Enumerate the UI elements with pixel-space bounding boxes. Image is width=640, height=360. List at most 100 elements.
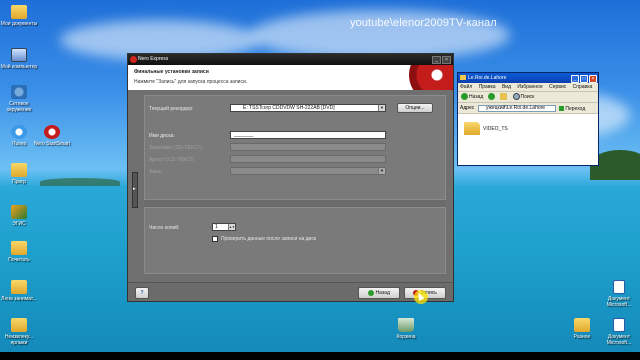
maximize-icon[interactable]: □ xyxy=(580,75,588,83)
desktop-icon-recycle-bin[interactable]: Корзина xyxy=(387,318,425,340)
folder-icon xyxy=(11,163,27,177)
desktop-icon-label: Корзина xyxy=(396,334,416,340)
back-arrow-icon xyxy=(368,289,375,296)
verify-checkbox[interactable] xyxy=(212,236,218,242)
itunes-icon xyxy=(11,125,27,139)
help-button[interactable]: ? xyxy=(135,287,149,299)
folder-icon xyxy=(11,241,27,255)
chevron-down-icon: ▼ xyxy=(378,105,385,111)
app-icon xyxy=(11,205,27,219)
desktop-icon-my-documents[interactable]: Мои документы xyxy=(0,5,38,27)
options-button[interactable]: Опции... xyxy=(397,103,433,113)
title-input[interactable] xyxy=(230,143,386,151)
explorer-menubar: Файл Правка Вид Избранное Сервис Справка xyxy=(458,83,598,92)
recorder-value: E: TSSTcorp CDDVDW SH-222AB [DVD] xyxy=(243,105,335,111)
forward-toolbar-button[interactable] xyxy=(487,92,496,103)
settings-content: Текущий рекордер: E: TSSTcorp CDDVDW SH-… xyxy=(144,95,446,274)
back-toolbar-button[interactable]: Назад xyxy=(461,92,483,103)
desktop-icon-label: ЭГИС xyxy=(12,221,26,227)
desktop-icon-label: Мои документы xyxy=(0,21,38,27)
forward-arrow-icon xyxy=(487,93,495,101)
explorer-titlebar[interactable]: Le.Roi.de.Lahore _ □ × xyxy=(458,73,598,83)
verify-label: Проверить данные после записи на диск xyxy=(221,236,317,242)
chevron-right-icon: ▸ xyxy=(133,186,136,192)
desktop-icon-my-computer[interactable]: Мой компьютер xyxy=(0,48,38,70)
close-icon[interactable]: × xyxy=(442,56,451,64)
desktop-icon-egis[interactable]: ЭГИС xyxy=(0,205,38,227)
up-folder-icon xyxy=(500,93,508,101)
desktop-icon-label: Мой компьютер xyxy=(0,64,38,70)
copies-panel: Число копий: 1 ▲▼ Проверить данные после… xyxy=(144,207,446,274)
computer-icon xyxy=(11,48,27,62)
up-folder-button[interactable] xyxy=(500,92,508,103)
copies-value: 1 xyxy=(215,224,218,230)
nero-titlebar[interactable]: Nero Express _ × xyxy=(128,54,453,65)
nero-window-title: Nero Express xyxy=(138,56,169,62)
channel-watermark: youtube\elenor2009TV-канал xyxy=(350,17,497,29)
back-label: Назад xyxy=(469,94,484,100)
desktop-icon-progr[interactable]: Прогр xyxy=(0,163,38,185)
recorder-select[interactable]: E: TSSTcorp CDDVDW SH-222AB [DVD] ▼ xyxy=(230,104,386,112)
network-icon xyxy=(11,85,27,99)
desktop-icon-nero-startsmart[interactable]: Nero StartSmart xyxy=(33,125,71,147)
menu-favorites[interactable]: Избранное xyxy=(517,84,542,90)
desktop-icon-label: Почитать xyxy=(8,257,30,263)
menu-help[interactable]: Справка xyxy=(573,84,593,90)
search-icon xyxy=(512,93,520,101)
search-label: Поиск xyxy=(520,94,535,100)
nero-icon xyxy=(44,125,60,139)
desktop-icon-label: Сетевое окружение xyxy=(6,101,32,113)
minimize-icon[interactable]: _ xyxy=(571,75,579,83)
desktop-icon-raznoe[interactable]: Разное xyxy=(563,318,601,340)
desktop-icon-word-doc-1[interactable]: Документ Microsoft... xyxy=(600,280,638,308)
back-button[interactable]: Назад xyxy=(358,287,400,299)
desktop-icon-label: Лена занимат... xyxy=(1,296,37,302)
minimize-icon[interactable]: _ xyxy=(432,56,441,64)
folder-icon xyxy=(11,318,27,332)
nero-header: Финальные установки записи Нажмите "Запи… xyxy=(128,65,453,90)
close-icon[interactable]: × xyxy=(589,75,597,83)
copies-stepper[interactable]: 1 ▲▼ xyxy=(212,223,236,231)
desktop-icon-label: Nero StartSmart xyxy=(33,141,71,147)
word-document-icon xyxy=(613,280,625,294)
desktop-icon-label: Документ Microsoft... xyxy=(606,334,632,346)
menu-file[interactable]: Файл xyxy=(460,84,472,90)
desktop-icon-word-doc-2[interactable]: Документ Microsoft... xyxy=(600,318,638,346)
disc-name-input[interactable]: _______ xyxy=(230,131,386,139)
expand-handle[interactable]: ▸ xyxy=(132,172,138,208)
menu-view[interactable]: Вид xyxy=(502,84,511,90)
recycle-bin-icon xyxy=(398,318,414,332)
screen-bottom-border xyxy=(0,352,640,360)
go-arrow-icon xyxy=(559,106,564,112)
desktop[interactable]: youtube\elenor2009TV-канал Мои документы… xyxy=(0,0,640,360)
go-label: Переход xyxy=(565,106,586,112)
nero-express-window[interactable]: Nero Express _ × Финальные установки запи… xyxy=(127,53,454,302)
address-input[interactable]: ужецкий\Le.Roi.de.Lahore xyxy=(478,105,556,112)
search-toolbar-button[interactable]: Поиск xyxy=(512,92,535,103)
artist-label: Артист (CD-ТЕКСТ) xyxy=(149,157,195,163)
menu-edit[interactable]: Правка xyxy=(479,84,496,90)
desktop-icon-shortcuts[interactable]: Неизвлеку... ярлыки xyxy=(0,318,38,346)
language-label: Язык: xyxy=(149,169,163,175)
mouse-cursor-icon xyxy=(414,290,428,304)
artist-input[interactable] xyxy=(230,155,386,163)
nero-disc-logo-icon xyxy=(409,65,453,90)
language-select[interactable]: ▼ xyxy=(230,167,386,175)
menu-tools[interactable]: Сервис xyxy=(549,84,566,90)
file-list[interactable]: VIDEO_TS xyxy=(458,114,598,165)
explorer-window[interactable]: Le.Roi.de.Lahore _ □ × Файл Правка Вид Изб… xyxy=(457,72,599,166)
desktop-icon-label: Документ Microsoft... xyxy=(606,296,632,308)
disc-name-label: Имя диска: xyxy=(149,133,175,139)
recorder-label: Текущий рекордер: xyxy=(149,106,194,112)
explorer-toolbar: Назад Поиск xyxy=(458,92,598,103)
desktop-icon-network[interactable]: Сетевое окружение xyxy=(0,85,38,113)
folder-icon xyxy=(11,280,27,294)
spin-arrows-icon[interactable]: ▲▼ xyxy=(228,224,235,230)
address-value: ужецкий\Le.Roi.de.Lahore xyxy=(486,105,546,111)
nero-bottom-bar: ? Назад Запись xyxy=(128,282,453,301)
desktop-icon-label: Неизвлеку... ярлыки xyxy=(4,334,34,346)
desktop-icon-pochitat[interactable]: Почитать xyxy=(0,241,38,263)
desktop-icon-lena[interactable]: Лена занимат... xyxy=(0,280,38,302)
folder-item-video-ts[interactable]: VIDEO_TS xyxy=(464,122,508,135)
folder-icon xyxy=(460,75,466,80)
